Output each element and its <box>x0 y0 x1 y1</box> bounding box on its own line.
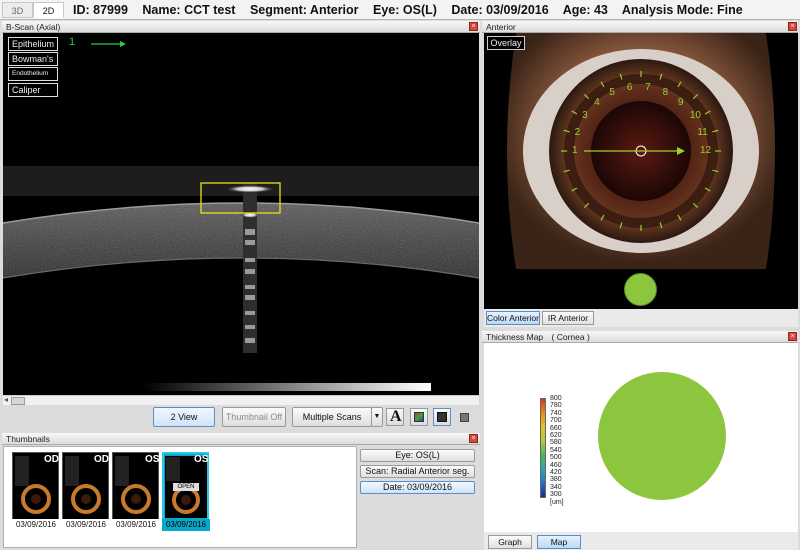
thickness-map[interactable]: 800 780 740 700 660 620 580 540 500 460 420 380 340 3… <box>484 343 798 532</box>
clock-label: 8 <box>662 86 669 98</box>
clock-label: 4 <box>594 96 600 108</box>
thickness-panel-title: Thickness Map ( Cornea ) <box>482 331 798 343</box>
thumbnail-date: 03/09/2016 <box>62 519 110 531</box>
clock-label: 12 <box>700 145 712 156</box>
tab-graph[interactable]: Graph <box>488 535 532 549</box>
thumbnail-date: 03/09/2016 <box>162 519 210 531</box>
segment-label: Segment: Anterior <box>249 3 359 17</box>
clock-label: 9 <box>677 96 684 108</box>
anterior-eye-svg <box>484 33 798 309</box>
tab-2d[interactable]: 2D <box>33 2 64 18</box>
thumbnail-eye-label: OD <box>94 454 109 465</box>
clock-label: 7 <box>645 81 651 93</box>
clock-label: 1 <box>572 145 578 156</box>
color-scale-tick: 300 <box>550 491 562 499</box>
overlay-toggle-button[interactable]: Overlay <box>487 36 525 50</box>
thickness-subtitle: ( Cornea ) <box>551 332 590 342</box>
multiple-scans-dropdown[interactable]: Multiple Scans <box>292 407 372 427</box>
bscan-svg <box>3 41 479 391</box>
layer-bowmans-button[interactable]: Bowman's <box>8 52 58 66</box>
eye-filter-button[interactable]: Eye: OS(L) <box>360 449 475 462</box>
tab-ir-anterior[interactable]: IR Anterior <box>542 311 594 325</box>
font-toggle-icon[interactable]: A <box>386 408 404 426</box>
scroll-left-arrow-icon[interactable]: ◂ <box>4 395 8 404</box>
thumbnail-date: 03/09/2016 <box>112 519 160 531</box>
date-label: Date: 03/09/2016 <box>451 3 549 17</box>
color-scale-unit: [um] <box>550 499 564 506</box>
anterior-close-icon[interactable]: × <box>788 22 797 31</box>
date-filter-button[interactable]: Date: 03/09/2016 <box>360 481 475 494</box>
clock-label: 2 <box>574 126 581 138</box>
patient-name: Name: CCT test <box>142 3 236 17</box>
thumbnail-eye-label: OS <box>194 454 209 465</box>
thickness-title: Thickness Map <box>486 332 544 342</box>
thumbnail-date: 03/09/2016 <box>12 519 60 531</box>
scrollbar-thumb[interactable] <box>11 397 25 405</box>
thumbnail-eye-label: OD <box>44 454 59 465</box>
thumbnails-close-icon[interactable]: × <box>469 434 478 443</box>
anterior-panel-title: Anterior <box>482 21 798 33</box>
layout-icon[interactable] <box>460 413 469 422</box>
clock-label: 10 <box>689 110 701 122</box>
intensity-bar <box>143 383 431 391</box>
layer-epithelium-button[interactable]: Epithelium <box>8 37 58 51</box>
patient-info: ID: 87999 Name: CCT test Segment: Anteri… <box>73 0 754 20</box>
color-scale-bar <box>540 398 546 498</box>
age-label: Age: 43 <box>562 3 608 17</box>
bscan-image[interactable]: 1 Epithelium Bowman's Endothelium Calipe… <box>3 33 479 395</box>
clock-label: 11 <box>697 126 708 138</box>
chevron-down-icon[interactable]: ▼ <box>371 407 383 427</box>
clock-label: 5 <box>609 86 615 98</box>
eye-label: Eye: OS(L) <box>373 3 437 17</box>
tab-map[interactable]: Map <box>537 535 581 549</box>
two-view-button[interactable]: 2 View <box>153 407 215 427</box>
color-map-icon[interactable] <box>410 408 428 426</box>
app-window: 3D 2D ID: 87999 Name: CCT test Segment: … <box>0 0 800 550</box>
cornea-thickness-disc <box>598 372 726 500</box>
scan-marker: 1 <box>69 36 76 48</box>
header-bar: 3D 2D ID: 87999 Name: CCT test Segment: … <box>0 0 800 20</box>
clock-label: 3 <box>582 110 588 122</box>
scan-filter-button[interactable]: Scan: Radial Anterior seg. <box>360 465 475 478</box>
bscan-close-icon[interactable]: × <box>469 22 478 31</box>
layer-caliper-button[interactable]: Caliper <box>8 83 58 97</box>
tab-color-anterior[interactable]: Color Anterior <box>486 311 540 325</box>
grayscale-icon[interactable] <box>433 408 451 426</box>
clock-label: 6 <box>626 81 633 93</box>
layer-endothelium-button[interactable]: Endothelium <box>8 67 58 81</box>
font-letter: A <box>390 408 402 425</box>
anterior-image[interactable]: Overlay 1 2 3 4 5 6 7 8 9 10 11 12 <box>484 33 798 309</box>
bscan-panel-title: B-Scan (Axial) <box>2 21 480 33</box>
bscan-scrollbar[interactable]: ◂ <box>3 395 479 405</box>
patient-id: ID: 87999 <box>73 3 128 17</box>
open-badge: OPEN <box>173 483 199 491</box>
thumbnail-eye-label: OS <box>145 454 160 465</box>
thickness-close-icon[interactable]: × <box>788 332 797 341</box>
analysis-mode-label: Analysis Mode: Fine <box>621 3 743 17</box>
thickness-preview-icon <box>624 273 657 306</box>
tab-3d[interactable]: 3D <box>2 2 33 18</box>
thumbnails-panel-title: Thumbnails <box>2 433 480 445</box>
thumbnail-off-button[interactable]: Thumbnail Off <box>222 407 286 427</box>
